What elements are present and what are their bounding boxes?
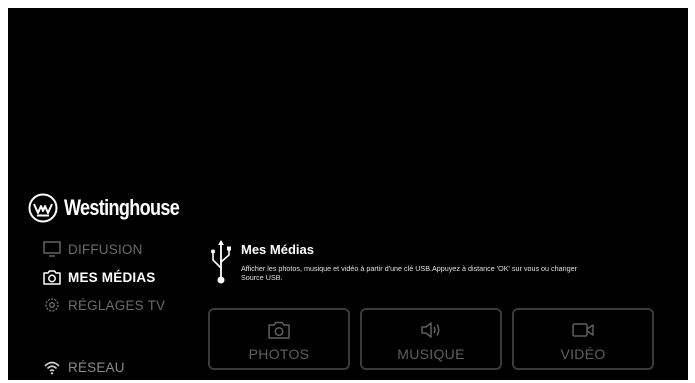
side-menu: DIFFUSION MES MÉDIAS RÉGLAGES TV RÉSEAU (42, 238, 212, 378)
camera-icon (43, 270, 61, 285)
menu-item-label: RÉSEAU (68, 359, 125, 375)
menu-item-reseau[interactable]: RÉSEAU (42, 356, 125, 378)
monitor-icon (43, 241, 61, 257)
video-camera-icon (572, 323, 594, 337)
menu-item-diffusion[interactable]: DIFFUSION (42, 238, 143, 260)
gear-icon (45, 298, 59, 312)
menu-item-label: MES MÉDIAS (68, 269, 156, 285)
westinghouse-logo-icon (28, 193, 58, 223)
speaker-icon (421, 322, 440, 338)
tile-label: MUSIQUE (397, 346, 465, 362)
tv-screen: Westinghouse DIFFUSION MES MÉDIAS RÉGLAG… (8, 8, 688, 380)
brand-logo: Westinghouse (28, 191, 204, 225)
tile-video[interactable]: VIDÉO (512, 308, 654, 370)
brand-name: Westinghouse (64, 195, 180, 220)
panel-title: Mes Médias (241, 242, 314, 257)
wifi-icon (44, 361, 60, 375)
tile-musique[interactable]: MUSIQUE (360, 308, 502, 370)
menu-item-mes-medias[interactable]: MES MÉDIAS (42, 266, 156, 288)
tile-label: VIDÉO (560, 346, 606, 362)
tile-label: PHOTOS (248, 346, 310, 362)
media-panel-header: Mes Médias Afficher les photos, musique … (208, 236, 678, 296)
usb-icon (211, 240, 231, 284)
panel-description: Afficher les photos, musique et vidéo à … (241, 264, 577, 282)
media-tiles: PHOTOS MUSIQUE VIDÉO (208, 308, 668, 372)
menu-item-label: RÉGLAGES TV (68, 297, 166, 313)
tile-photos[interactable]: PHOTOS (208, 308, 350, 370)
menu-item-label: DIFFUSION (68, 241, 143, 257)
menu-item-reglages-tv[interactable]: RÉGLAGES TV (42, 294, 165, 316)
camera-icon (268, 321, 290, 339)
